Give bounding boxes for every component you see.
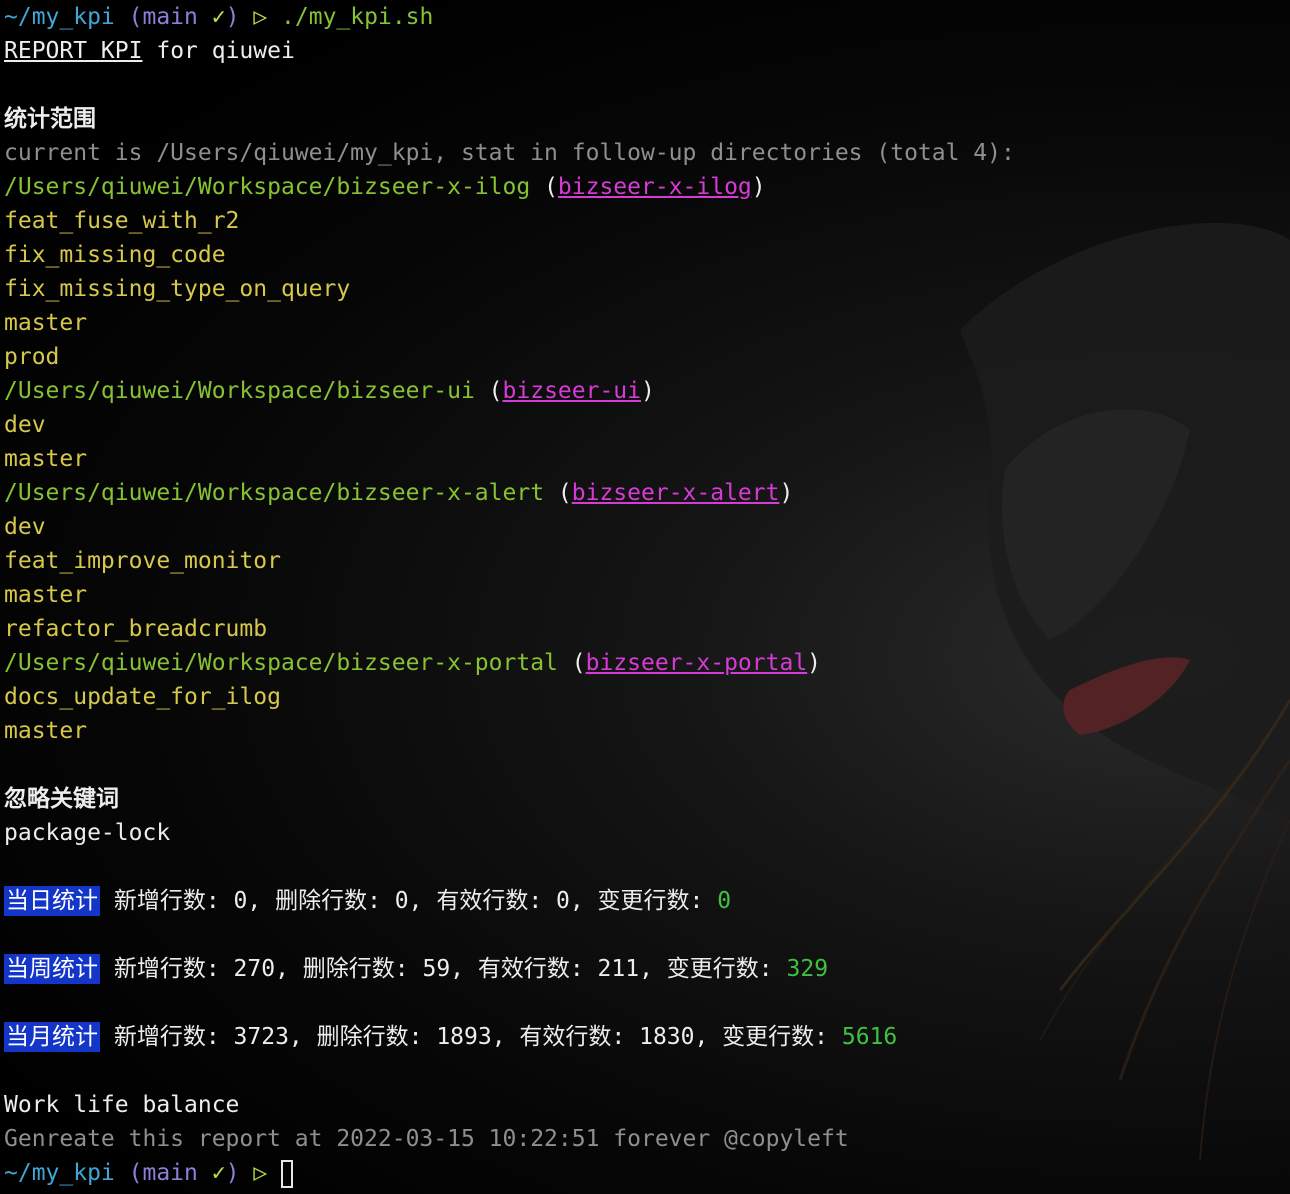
stat-total: 5616 [841,1024,898,1050]
text-cursor[interactable] [281,1159,294,1188]
scope-heading: 统计范围 [4,106,96,132]
repo-path-line: /Users/qiuwei/Workspace/bizseer-x-portal… [4,650,822,676]
daily-stat-line: 当日统计 新增行数: 0, 删除行数: 0, 有效行数: 0, 变更行数: 0 [4,884,1284,952]
footer-motto: Work life balance [4,1092,240,1118]
repo-path-line: /Users/qiuwei/Workspace/bizseer-ui (bizs… [4,378,655,404]
branch-item: master [4,718,88,744]
branch-item: docs_update_for_ilog [4,684,281,710]
prompt-command: ./my_kpi.sh [281,4,434,30]
repo-link[interactable]: bizseer-x-ilog [558,174,752,200]
weekly-stat-line: 当周统计 新增行数: 270, 删除行数: 59, 有效行数: 211, 变更行… [4,952,1284,1020]
prompt-directory: ~/my_kpi [4,1160,115,1186]
branch-item: refactor_breadcrumb [4,616,268,642]
stat-total: 329 [786,956,829,982]
repo-link[interactable]: bizseer-x-alert [572,480,780,506]
branch-item: prod [4,344,60,370]
branch-item: dev [4,412,46,438]
stat-badge: 当周统计 [4,954,100,984]
branch-item: master [4,310,88,336]
branch-item: master [4,446,88,472]
prompt-branch: (main [128,4,198,30]
repo-link[interactable]: bizseer-x-portal [586,650,808,676]
repo-link[interactable]: bizseer-ui [503,378,641,404]
repo-path: /Users/qiuwei/Workspace/bizseer-ui [4,378,475,404]
command-prompt-line: ~/my_kpi (main ✓) ▷ ./my_kpi.sh [4,0,1284,34]
terminal-window[interactable]: ~/my_kpi (main ✓) ▷ ./my_kpi.sh REPORT K… [0,0,1290,1194]
prompt-branch: (main [128,1160,198,1186]
command-prompt-line[interactable]: ~/my_kpi (main ✓) ▷ [4,1156,1284,1190]
repo-path: /Users/qiuwei/Workspace/bizseer-x-ilog [4,174,531,200]
prompt-branch-close: ) [225,4,240,30]
stat-total: 0 [717,888,732,914]
monthly-stat-line: 当月统计 新增行数: 3723, 删除行数: 1893, 有效行数: 1830,… [4,1020,1284,1088]
footer-generated: Genreate this report at 2022-03-15 10:22… [4,1126,849,1152]
repo-path-line: /Users/qiuwei/Workspace/bizseer-x-alert … [4,480,794,506]
prompt-directory: ~/my_kpi [4,4,115,30]
report-title-link[interactable]: REPORT KPI [4,38,142,64]
report-title-line: REPORT KPI for qiuwei [4,34,1284,68]
stat-text: 新增行数: 270, 删除行数: 59, 有效行数: 211, 变更行数: [100,956,787,982]
branch-item: feat_improve_monitor [4,548,281,574]
repo-path: /Users/qiuwei/Workspace/bizseer-x-portal [4,650,558,676]
prompt-branch-close: ) [225,1160,240,1186]
git-clean-check-icon: ✓ [211,1160,226,1186]
branch-item: feat_fuse_with_r2 [4,208,240,234]
report-title-rest: for qiuwei [156,38,295,64]
branch-item: dev [4,514,46,540]
prompt-arrow-icon: ▷ [253,4,268,30]
stat-badge: 当日统计 [4,886,100,916]
branch-item: master [4,582,88,608]
repo-path-line: /Users/qiuwei/Workspace/bizseer-x-ilog (… [4,174,766,200]
repo-path: /Users/qiuwei/Workspace/bizseer-x-alert [4,480,545,506]
ignore-heading: 忽略关键词 [4,786,119,812]
scope-summary: current is /Users/qiuwei/my_kpi, stat in… [4,140,1015,166]
prompt-arrow-icon: ▷ [253,1160,268,1186]
git-clean-check-icon: ✓ [211,4,226,30]
ignore-keyword: package-lock [4,820,171,846]
stat-text: 新增行数: 0, 删除行数: 0, 有效行数: 0, 变更行数: [100,888,718,914]
stat-badge: 当月统计 [4,1022,100,1052]
branch-item: fix_missing_code [4,242,226,268]
stat-text: 新增行数: 3723, 删除行数: 1893, 有效行数: 1830, 变更行数… [100,1024,842,1050]
branch-item: fix_missing_type_on_query [4,276,351,302]
terminal-output: ~/my_kpi (main ✓) ▷ ./my_kpi.sh REPORT K… [4,0,1284,1190]
